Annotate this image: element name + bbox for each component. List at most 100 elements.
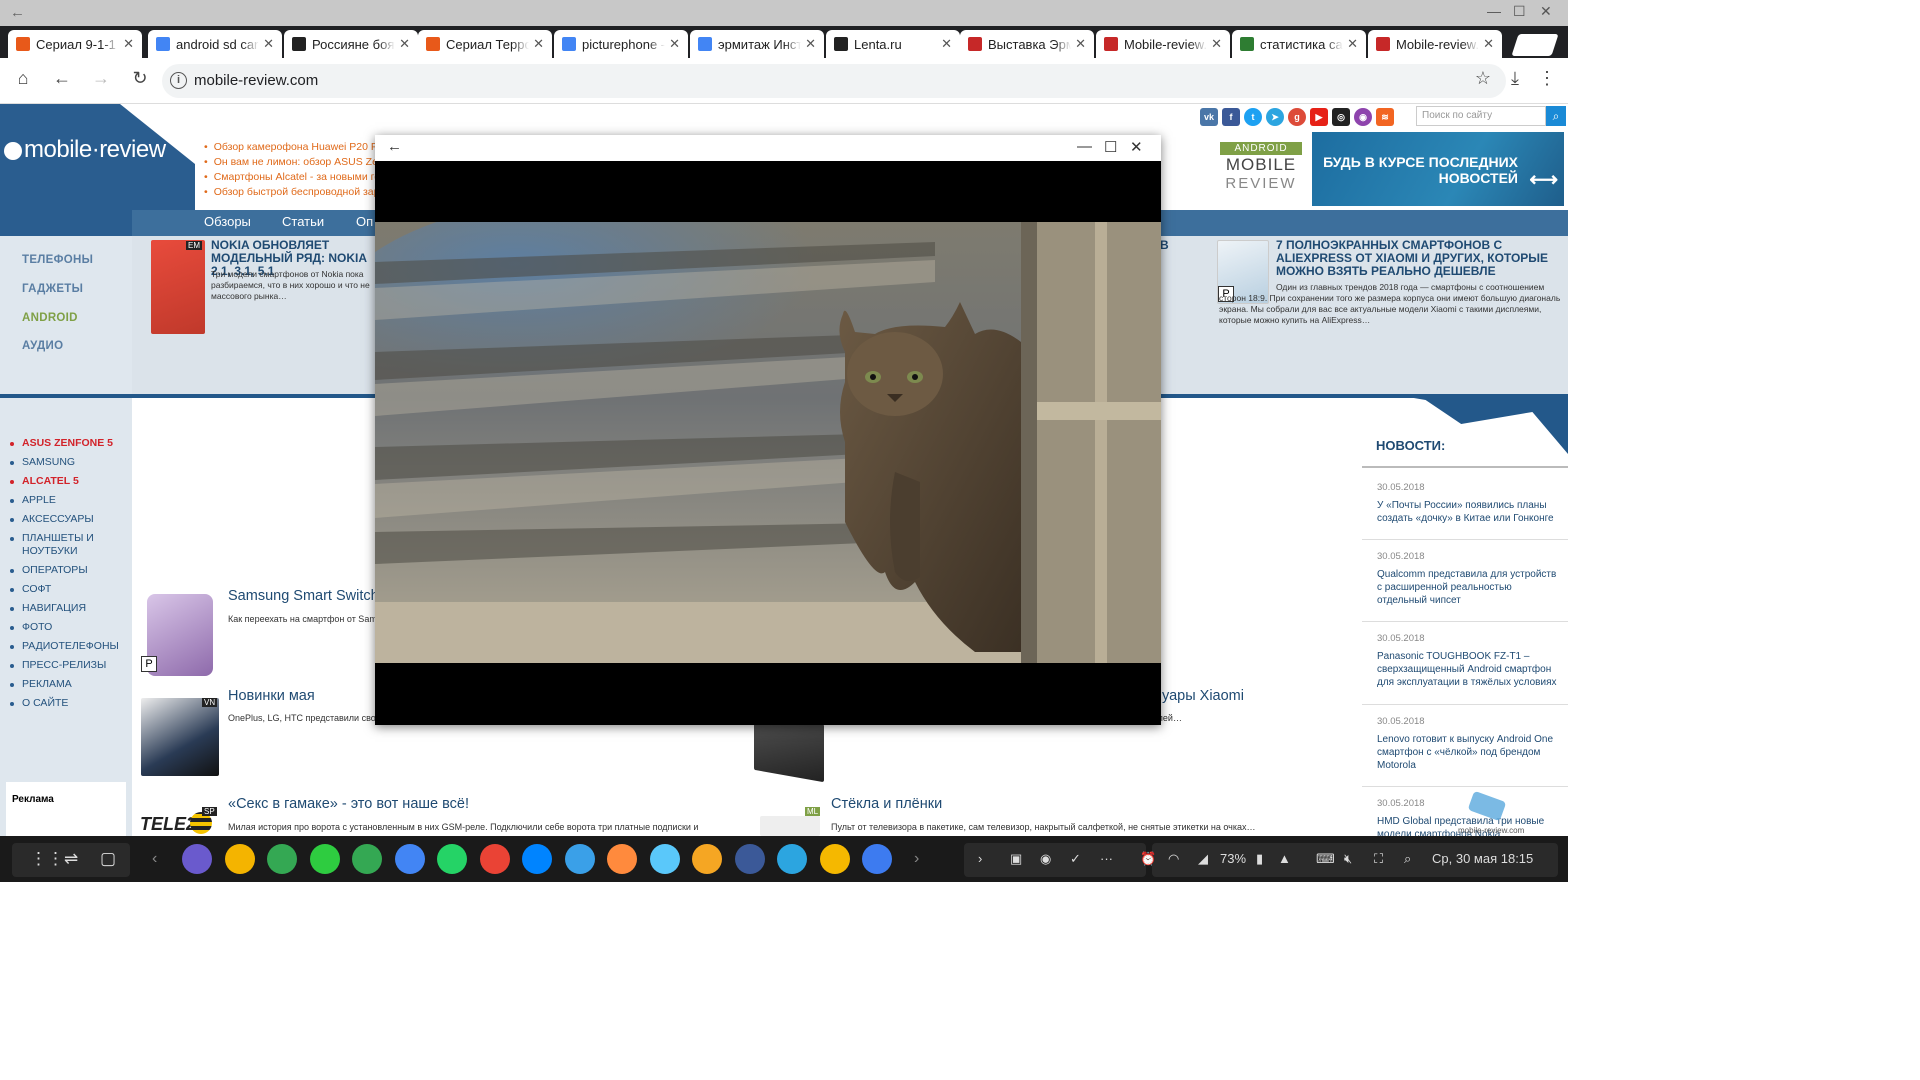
telegram-icon[interactable]: ➤ xyxy=(1266,108,1284,126)
popup-close-icon[interactable]: ✕ xyxy=(1130,138,1143,156)
tab-close-icon[interactable]: ✕ xyxy=(805,36,816,52)
article-thumb[interactable] xyxy=(760,816,820,836)
telegram-app-icon[interactable] xyxy=(777,844,807,874)
download-icon[interactable]: ⤓ xyxy=(1503,68,1527,89)
site-search-icon[interactable]: ⌕ xyxy=(1546,106,1566,126)
news-text[interactable]: Lenovo готовит к выпуску Android One сма… xyxy=(1377,733,1563,772)
popup-minimize-icon[interactable]: — xyxy=(1077,138,1092,155)
phone-icon[interactable] xyxy=(309,844,340,874)
category-phones[interactable]: ТЕЛЕФОНЫ xyxy=(22,254,93,266)
chevron-right-icon[interactable]: › xyxy=(914,850,919,868)
nav-articles[interactable]: Статьи xyxy=(282,214,324,229)
browser-tab[interactable]: Сериал 9-1-1 сез✕ xyxy=(8,30,142,58)
article-title[interactable]: Samsung Smart Switch xyxy=(228,588,379,604)
maximize-icon[interactable]: ☐ xyxy=(1513,3,1526,20)
news-item[interactable]: 30.05.2018 Lenovo готовит к выпуску Andro… xyxy=(1362,704,1568,772)
vk-icon[interactable]: vk xyxy=(1200,108,1218,126)
news-text[interactable]: Qualcomm представила для устройств с рас… xyxy=(1377,568,1563,607)
article-title[interactable]: уары Xiaomi xyxy=(1162,688,1244,704)
article-title[interactable]: Новинки мая xyxy=(228,688,315,704)
minimize-icon[interactable]: — xyxy=(1487,3,1501,19)
twitter-icon[interactable]: t xyxy=(1244,108,1262,126)
sidebar-tag-item[interactable]: НАВИГАЦИЯ xyxy=(10,599,128,618)
sidebar-tag-item[interactable]: ASUS ZENFONE 5 xyxy=(10,434,128,453)
wifi-icon[interactable]: ◠ xyxy=(1168,851,1179,867)
sidebar-tag-item[interactable]: АКСЕССУАРЫ xyxy=(10,510,128,529)
sidebar-tag-item[interactable]: ПЛАНШЕТЫ И НОУТБУКИ xyxy=(10,529,128,561)
play-store-icon[interactable] xyxy=(267,844,297,874)
feature-right-title[interactable]: 7 ПОЛНОЭКРАННЫХ СМАРТФОНОВ С ALIEXPRESS … xyxy=(1276,239,1562,278)
sidebar-tag-item[interactable]: ПРЕСС-РЕЛИЗЫ xyxy=(10,656,128,675)
google-plus-icon[interactable]: g xyxy=(1288,108,1306,126)
expand-icon[interactable]: › xyxy=(978,851,982,866)
my-files-icon[interactable] xyxy=(819,844,850,874)
news-item[interactable]: 30.05.2018 Qualcomm представила для устро… xyxy=(1362,539,1568,607)
caret-up-icon[interactable]: ▲ xyxy=(1278,851,1291,866)
flower-app-icon[interactable] xyxy=(607,844,637,874)
calculator-icon[interactable] xyxy=(564,844,595,874)
article-thumb[interactable] xyxy=(141,698,219,776)
youtube-icon[interactable]: ▶ xyxy=(1310,108,1328,126)
tab-close-icon[interactable]: ✕ xyxy=(1483,36,1494,52)
address-bar[interactable]: i mobile-review.com xyxy=(162,64,1506,98)
sidebar-tag-item[interactable]: ФОТО xyxy=(10,618,128,637)
category-gadgets[interactable]: ГАДЖЕТЫ xyxy=(22,283,83,295)
whatsapp-icon[interactable] xyxy=(437,844,467,874)
sidebar-tag-item[interactable]: ALCATEL 5 xyxy=(10,472,128,491)
sidebar-tag-item[interactable]: РЕКЛАМА xyxy=(10,675,128,694)
podcast-icon[interactable]: ◉ xyxy=(1354,108,1372,126)
category-audio[interactable]: АУДИО xyxy=(22,340,63,352)
site-search-input[interactable]: Поиск по сайту xyxy=(1416,106,1546,126)
keyboard-icon[interactable]: ⌨ xyxy=(1316,851,1335,867)
facebook-icon[interactable]: f xyxy=(1222,108,1240,126)
sidebar-tag-item[interactable]: О САЙТЕ xyxy=(10,694,128,713)
home-icon[interactable]: ⌂ xyxy=(11,68,35,89)
facebook-app-icon[interactable] xyxy=(734,844,765,874)
sidebar-tag-item[interactable]: SAMSUNG xyxy=(10,453,128,472)
site-logo[interactable]: mobile·review xyxy=(4,136,166,164)
video-frame[interactable] xyxy=(375,222,1161,663)
back-arrow-icon[interactable]: ← xyxy=(10,4,25,21)
search-icon[interactable]: ⌕ xyxy=(1404,851,1411,867)
sidebar-tag-item[interactable]: СОФТ xyxy=(10,580,128,599)
screenshot-icon[interactable]: ⛶ xyxy=(1374,851,1383,867)
reload-icon[interactable]: ↻ xyxy=(128,68,152,89)
recents-icon[interactable]: ⇌ xyxy=(64,849,78,869)
messenger-notif-icon[interactable]: ◉ xyxy=(1040,851,1051,867)
news-item[interactable]: 30.05.2018 Panasonic TOUGHBOOK FZ-T1 – св… xyxy=(1362,621,1568,689)
news-text[interactable]: У «Почты России» появились планы создать… xyxy=(1377,499,1563,525)
new-tab-button[interactable] xyxy=(1511,34,1559,56)
signal-icon[interactable]: ◢ xyxy=(1198,851,1208,867)
browser-tab[interactable]: Сериал Террор✕ xyxy=(418,30,552,58)
messenger-icon[interactable] xyxy=(522,844,552,874)
instagram-icon[interactable]: ◎ xyxy=(1332,108,1350,126)
gmail-icon[interactable] xyxy=(479,844,510,874)
browser-tab[interactable]: Выставка Эрмит✕ xyxy=(960,30,1094,58)
download-done-icon[interactable]: ✓ xyxy=(1070,851,1081,867)
tab-close-icon[interactable]: ✕ xyxy=(669,36,680,52)
gallery-icon[interactable]: ▣ xyxy=(1010,851,1022,867)
sidebar-tag-item[interactable]: ОПЕРАТОРЫ xyxy=(10,561,128,580)
video-popup-window[interactable]: ← — ☐ ✕ xyxy=(375,135,1161,725)
chrome-icon[interactable] xyxy=(224,844,255,874)
android-mobile-review-logo[interactable]: ANDROID MOBILE REVIEW xyxy=(1220,142,1302,192)
samsung-internet-icon[interactable] xyxy=(182,844,212,874)
browser-tab[interactable]: android sd card ✕ xyxy=(148,30,282,58)
browser-tab[interactable]: Россияне боятся✕ xyxy=(284,30,418,58)
menu-icon[interactable]: ⋮ xyxy=(1535,68,1559,89)
maps-icon[interactable] xyxy=(352,844,382,874)
tab-close-icon[interactable]: ✕ xyxy=(533,36,544,52)
chevron-left-icon[interactable]: ‹ xyxy=(152,850,157,868)
close-window-icon[interactable]: ✕ xyxy=(1540,3,1552,20)
news-item[interactable]: 30.05.2018 У «Почты России» появились пла… xyxy=(1377,482,1563,525)
alarm-icon[interactable]: ⏰ xyxy=(1140,851,1156,867)
browser-tab[interactable]: Mobile-review.c ✕ xyxy=(1368,30,1502,58)
browser-tab[interactable]: picturephone - Go✕ xyxy=(554,30,688,58)
tab-close-icon[interactable]: ✕ xyxy=(399,36,410,52)
mute-icon[interactable]: 🔇︎ xyxy=(1344,851,1352,867)
tab-close-icon[interactable]: ✕ xyxy=(123,36,134,52)
tab-close-icon[interactable]: ✕ xyxy=(941,36,952,52)
browser-tab[interactable]: Lenta.ru ✕ xyxy=(826,30,960,58)
nav-reviews[interactable]: Обзоры xyxy=(204,214,251,229)
tab-close-icon[interactable]: ✕ xyxy=(1347,36,1358,52)
